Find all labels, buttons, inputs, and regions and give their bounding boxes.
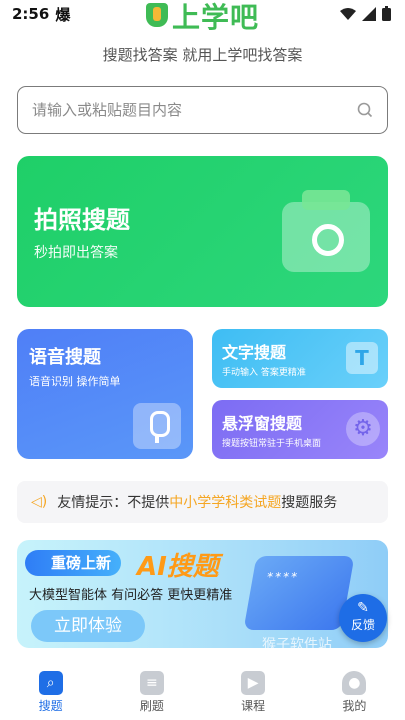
tab-label: 搜题 — [38, 699, 63, 713]
notice-highlight: 中小学学科类试题 — [169, 495, 282, 511]
text-icon: T — [346, 342, 378, 374]
camera-icon — [282, 190, 370, 272]
play-icon: ▶ — [241, 671, 266, 695]
banner-headline: AI搜题 — [137, 552, 219, 582]
floating-search-title: 悬浮窗搜题 — [222, 414, 303, 433]
edit-icon: ✎ — [357, 600, 369, 616]
watermark: 猴子软件站 — [262, 637, 332, 653]
notice-prefix: 友情提示：不提供 — [57, 495, 170, 511]
tab-label: 我的 — [342, 699, 367, 713]
feedback-label: 反馈 — [350, 618, 375, 632]
tab-label: 课程 — [241, 699, 266, 713]
gear-icon: ⚙ — [346, 412, 380, 446]
speaker-icon: ◁) — [31, 494, 48, 510]
feedback-button[interactable]: ✎ 反馈 — [339, 594, 387, 642]
search-icon[interactable] — [357, 102, 373, 118]
text-search-desc: 手动输入 答案更精准 — [222, 368, 306, 378]
try-now-button[interactable]: 立即体验 — [31, 610, 145, 642]
banner-slogan: 大模型智能体 有问必答 更快更精准 — [29, 588, 233, 603]
tab-practice[interactable]: ≡ 刷题 — [101, 662, 202, 720]
notice-suffix: 搜题服务 — [281, 495, 338, 511]
search-icon: ⌕ — [38, 671, 63, 695]
tab-search[interactable]: ⌕ 搜题 — [0, 662, 101, 720]
voice-search-desc: 语音识别 操作简单 — [29, 375, 121, 388]
phone-illustration: **** — [243, 556, 355, 630]
profile-icon: ● — [342, 671, 367, 695]
page-subtitle: 搜题找答案 就用上学吧找答案 — [102, 46, 303, 64]
search-input[interactable] — [32, 101, 357, 119]
photo-search-desc: 秒拍即出答案 — [34, 245, 118, 261]
phone-text: **** — [265, 570, 301, 584]
app-logo: 上学吧 — [0, 0, 405, 36]
search-box[interactable] — [17, 86, 388, 134]
tab-profile[interactable]: ● 我的 — [304, 662, 405, 720]
banner-badge: 重磅上新 — [25, 550, 122, 576]
tab-courses[interactable]: ▶ 课程 — [203, 662, 304, 720]
text-search-title: 文字搜题 — [222, 343, 287, 362]
floating-search-desc: 搜题按钮常驻于手机桌面 — [222, 439, 322, 449]
floating-window-search-card[interactable]: 悬浮窗搜题 搜题按钮常驻于手机桌面 ⚙ — [212, 400, 388, 459]
photo-search-card[interactable]: 拍照搜题 秒拍即出答案 — [17, 156, 388, 307]
document-icon: ≡ — [139, 671, 164, 695]
microphone-icon — [133, 403, 181, 449]
voice-search-title: 语音搜题 — [29, 347, 101, 368]
text-search-card[interactable]: 文字搜题 手动输入 答案更精准 T — [212, 329, 388, 388]
ai-promo-banner[interactable]: 重磅上新 AI搜题 大模型智能体 有问必答 更快更精准 立即体验 **** — [17, 540, 388, 648]
logo-mark-icon — [145, 3, 168, 27]
photo-search-title: 拍照搜题 — [34, 206, 130, 234]
logo-text: 上学吧 — [171, 1, 259, 34]
tab-label: 刷题 — [139, 699, 164, 713]
bottom-tab-bar: ⌕ 搜题 ≡ 刷题 ▶ 课程 ● 我的 — [0, 662, 405, 720]
voice-search-card[interactable]: 语音搜题 语音识别 操作简单 — [17, 329, 193, 459]
notice-bar: ◁) 友情提示：不提供 中小学学科类试题 搜题服务 — [17, 481, 388, 523]
